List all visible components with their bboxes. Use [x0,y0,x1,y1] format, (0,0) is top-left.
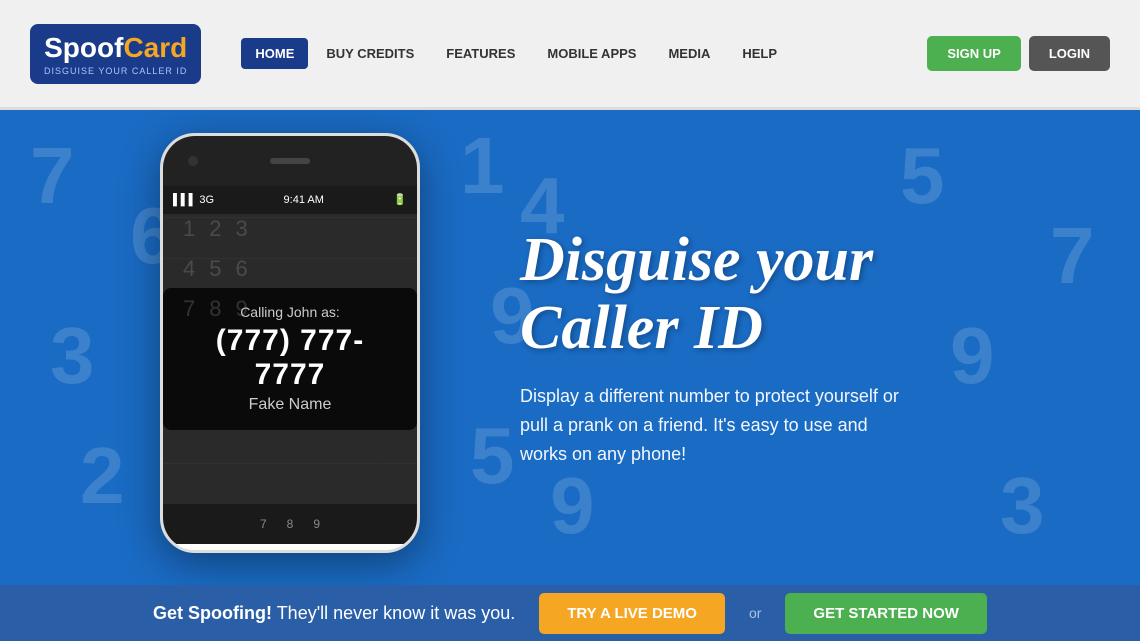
phone-status-bar: ▌▌▌ 3G 9:41 AM 🔋 [163,186,417,214]
bg-num: 7 [30,130,75,222]
phone-speaker [270,158,310,164]
header-actions: SIGN UP LOGIN [927,36,1110,71]
logo-spoof: Spoof [44,32,123,63]
calling-name: Fake Name [187,396,393,414]
nav-help[interactable]: HELP [728,38,791,69]
get-started-button[interactable]: GET STARTED NOW [785,593,987,634]
phone-mockup: ▌▌▌ 3G 9:41 AM 🔋 1 2 3 4 5 6 7 8 9 Calli… [100,133,480,563]
main-nav: HOME BUY CREDITS FEATURES MOBILE APPS ME… [241,38,927,69]
key-1: 1 [183,216,195,242]
key-2: 2 [209,216,221,242]
key-4: 4 [183,256,195,282]
phone-bottom [163,544,417,553]
phone-screen: 1 2 3 4 5 6 7 8 9 Calling John as: (777)… [163,214,417,504]
or-text: or [749,605,761,621]
phone-keypad-nums: 7 8 9 [163,504,417,544]
phone-camera [188,156,198,166]
hero-title: Disguise your Caller ID [520,226,1080,362]
demo-button[interactable]: TRY A LIVE DEMO [539,593,725,634]
phone-time: 9:41 AM [284,194,324,206]
key-6: 6 [236,256,248,282]
spoofing-text: Get Spoofing! They'll never know it was … [153,603,515,624]
nav-mobile-apps[interactable]: MOBILE APPS [533,38,650,69]
logo: SpoofCard DISGUISE YOUR CALLER ID [30,24,201,84]
nav-features[interactable]: FEATURES [432,38,529,69]
key-7: 7 [183,296,195,322]
header: SpoofCard DISGUISE YOUR CALLER ID HOME B… [0,0,1140,110]
logo-box: SpoofCard DISGUISE YOUR CALLER ID [30,24,201,84]
calling-number: (777) 777-7777 [187,324,393,392]
logo-tagline: DISGUISE YOUR CALLER ID [44,66,187,76]
hero-description: Display a different number to protect yo… [520,382,900,468]
key-8: 8 [209,296,221,322]
phone-battery: 🔋 [393,193,407,206]
spoofing-text-bold: Get Spoofing! [153,603,272,623]
login-button[interactable]: LOGIN [1029,36,1110,71]
hero-title-line1: Disguise your [520,226,873,294]
hero-content: Disguise your Caller ID Display a differ… [480,186,1140,509]
signup-button[interactable]: SIGN UP [927,36,1020,71]
nav-buy-credits[interactable]: BUY CREDITS [312,38,428,69]
logo-text: SpoofCard [44,32,187,64]
key-3: 3 [236,216,248,242]
phone-device: ▌▌▌ 3G 9:41 AM 🔋 1 2 3 4 5 6 7 8 9 Calli… [160,133,420,553]
key-5: 5 [209,256,221,282]
home-button [272,551,308,553]
nav-home[interactable]: HOME [241,38,308,69]
hero-section: 7 6 3 2 1 4 9 5 9 5 9 3 7 ▌▌▌ 3G 9:41 AM… [0,110,1140,585]
spoofing-text-suffix: They'll never know it was you. [272,603,515,623]
logo-card: Card [123,32,187,63]
bottom-bar: Get Spoofing! They'll never know it was … [0,585,1140,641]
nav-media[interactable]: MEDIA [654,38,724,69]
phone-top [163,136,417,186]
bg-num: 3 [50,310,95,402]
key-9: 9 [236,296,248,322]
phone-signal: ▌▌▌ 3G [173,194,214,206]
hero-title-line2: Caller ID [520,294,763,362]
